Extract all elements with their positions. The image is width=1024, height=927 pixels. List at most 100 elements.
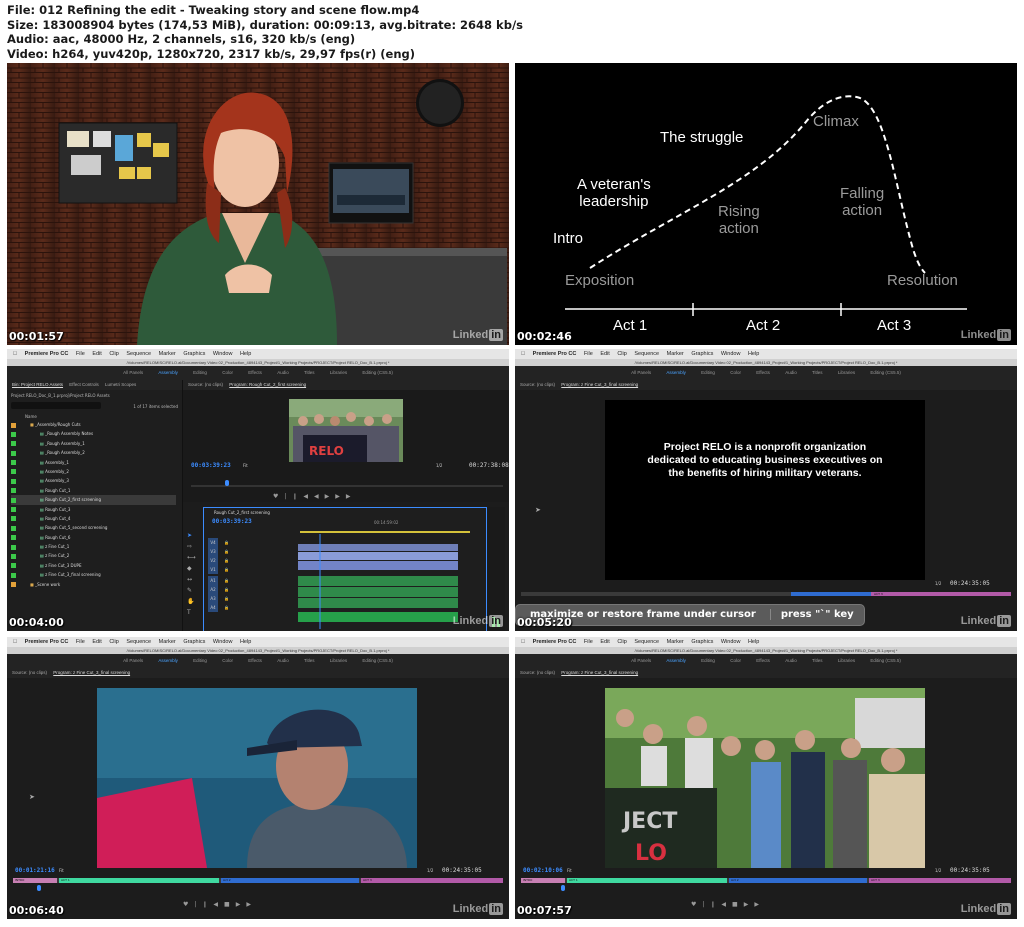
list-item[interactable]: ■ _Scene work: [11, 580, 176, 589]
ws-color[interactable]: Color: [730, 658, 741, 663]
col-name-header[interactable]: Name: [25, 414, 37, 419]
program-video-frame[interactable]: [97, 688, 417, 868]
fit-dropdown[interactable]: Fit: [243, 463, 248, 468]
ws-color[interactable]: Color: [222, 658, 233, 663]
menu-help[interactable]: Help: [748, 639, 759, 645]
ws-editing-cs55[interactable]: Editing (CS5.5): [362, 658, 393, 663]
tab-program[interactable]: Program: z Fine Cut_3_final screening: [561, 382, 638, 387]
ws-audio[interactable]: Audio: [277, 370, 289, 375]
ws-editing[interactable]: Editing: [701, 658, 715, 663]
list-item[interactable]: ▤ z Fine Cut_3_final screening: [11, 570, 176, 579]
track-header[interactable]: A4 🔒: [208, 603, 298, 612]
menu-edit[interactable]: Edit: [92, 639, 101, 645]
hand-icon[interactable]: ✋: [187, 598, 195, 605]
track-header[interactable]: A2 🔒: [208, 585, 298, 594]
list-item[interactable]: ▤ Assembly_2: [11, 467, 176, 476]
list-item[interactable]: ▤ z Fine Cut_2: [11, 551, 176, 560]
tab-source[interactable]: Source: (no clips): [520, 382, 555, 387]
ws-assembly[interactable]: Assembly: [158, 658, 178, 663]
ws-color[interactable]: Color: [222, 370, 233, 375]
ws-assembly[interactable]: Assembly: [666, 658, 686, 663]
ws-libraries[interactable]: Libraries: [330, 370, 347, 375]
program-timecode[interactable]: 00:01:21:16: [15, 867, 55, 874]
pen-icon[interactable]: ✎: [187, 587, 195, 594]
marker-bar[interactable]: ACT 3: [521, 592, 1011, 596]
menu-sequence[interactable]: Sequence: [126, 639, 151, 645]
menu-graphics[interactable]: Graphics: [691, 639, 713, 645]
selection-tool-icon[interactable]: ➤: [187, 532, 195, 539]
menu-help[interactable]: Help: [748, 351, 759, 357]
menu-marker[interactable]: Marker: [667, 639, 684, 645]
resolution-dropdown[interactable]: 1/2: [427, 868, 433, 873]
menu-edit[interactable]: Edit: [600, 639, 609, 645]
track-header[interactable]: V4 🔒: [208, 538, 298, 547]
ws-titles[interactable]: Titles: [812, 658, 823, 663]
ws-audio[interactable]: Audio: [785, 370, 797, 375]
list-item[interactable]: ▤ z Fine Cut_1: [11, 542, 176, 551]
tab-program[interactable]: Program: z Fine Cut_3_final screening: [53, 670, 130, 675]
tab-bin[interactable]: Bin: Project RELO Assets: [12, 382, 63, 387]
program-scrubber[interactable]: [191, 485, 503, 487]
ws-editing[interactable]: Editing: [193, 370, 207, 375]
ws-assembly[interactable]: Assembly: [158, 370, 178, 375]
menu-file[interactable]: File: [584, 639, 593, 645]
tab-source[interactable]: Source: (no clips): [520, 670, 555, 675]
resolution-dropdown[interactable]: 1/2: [436, 463, 442, 468]
marker-bar[interactable]: INTRO ACT 1 Act 2 ACT 3: [521, 878, 1011, 883]
timeline-tab[interactable]: Rough Cut_2_first screening: [214, 510, 270, 515]
timeline-clips[interactable]: [296, 534, 476, 629]
tab-source[interactable]: Source: (no clips): [12, 670, 47, 675]
ws-all-panels[interactable]: All Panels: [123, 658, 143, 663]
playhead[interactable]: [37, 885, 41, 891]
ws-editing[interactable]: Editing: [193, 658, 207, 663]
track-header[interactable]: A1 🔒: [208, 576, 298, 585]
menu-graphics[interactable]: Graphics: [183, 639, 205, 645]
playhead[interactable]: [561, 885, 565, 891]
list-item[interactable]: ▤ Rough Cut_4: [11, 514, 176, 523]
tab-effect-controls[interactable]: Effect Controls: [69, 382, 98, 387]
track-header[interactable]: V1 🔒: [208, 565, 298, 574]
program-timecode[interactable]: 00:03:39:23: [191, 462, 231, 469]
menu-file[interactable]: File: [584, 351, 593, 357]
menu-graphics[interactable]: Graphics: [691, 351, 713, 357]
menu-sequence[interactable]: Sequence: [126, 351, 151, 357]
work-area-bar[interactable]: [300, 531, 470, 533]
program-video-frame[interactable]: RELO: [289, 399, 403, 462]
menu-marker[interactable]: Marker: [159, 639, 176, 645]
list-item[interactable]: ▤ Rough Cut_5_second screening: [11, 523, 176, 532]
menu-clip[interactable]: Clip: [617, 351, 626, 357]
ws-assembly[interactable]: Assembly: [666, 370, 686, 375]
menu-marker[interactable]: Marker: [667, 351, 684, 357]
ws-titles[interactable]: Titles: [812, 370, 823, 375]
list-item[interactable]: ▤ Rough Cut_1: [11, 486, 176, 495]
ws-editing[interactable]: Editing: [701, 370, 715, 375]
ripple-edit-icon[interactable]: ⟷: [187, 554, 196, 561]
menu-window[interactable]: Window: [213, 351, 233, 357]
slip-icon[interactable]: ↔: [187, 576, 195, 583]
track-header[interactable]: V3 🔒: [208, 547, 298, 556]
menu-sequence[interactable]: Sequence: [634, 639, 659, 645]
ws-effects[interactable]: Effects: [248, 658, 262, 663]
ws-titles[interactable]: Titles: [304, 370, 315, 375]
transport-controls[interactable]: ♥|❙◀■▶▶: [183, 901, 257, 909]
ws-all-panels[interactable]: All Panels: [631, 370, 651, 375]
type-icon[interactable]: T: [187, 609, 195, 616]
list-item[interactable]: ▤ _Rough Assembly Notes: [11, 429, 176, 438]
ws-effects[interactable]: Effects: [756, 370, 770, 375]
list-item[interactable]: ■ _Assembly/Rough Cuts: [11, 420, 176, 429]
program-video-frame[interactable]: JECT LO: [605, 688, 925, 868]
resolution-dropdown[interactable]: 1/2: [935, 581, 941, 586]
ws-editing-cs55[interactable]: Editing (CS5.5): [870, 658, 901, 663]
tab-program[interactable]: Program: Rough Cut_2_first screening: [229, 382, 306, 387]
ws-libraries[interactable]: Libraries: [330, 658, 347, 663]
list-item[interactable]: ▤ _Rough Assembly_2: [11, 448, 176, 457]
list-item[interactable]: ▤ Assembly_1: [11, 458, 176, 467]
tab-source[interactable]: Source: (no clips): [188, 382, 223, 387]
list-item[interactable]: ▤ Rough Cut_6: [11, 533, 176, 542]
menu-marker[interactable]: Marker: [159, 351, 176, 357]
menu-sequence[interactable]: Sequence: [634, 351, 659, 357]
razor-icon[interactable]: ◆: [187, 565, 195, 572]
bin-search-input[interactable]: [11, 402, 101, 409]
menu-clip[interactable]: Clip: [617, 639, 626, 645]
marker-bar[interactable]: INTRO ACT 1 Act 2 ACT 3: [13, 878, 503, 883]
